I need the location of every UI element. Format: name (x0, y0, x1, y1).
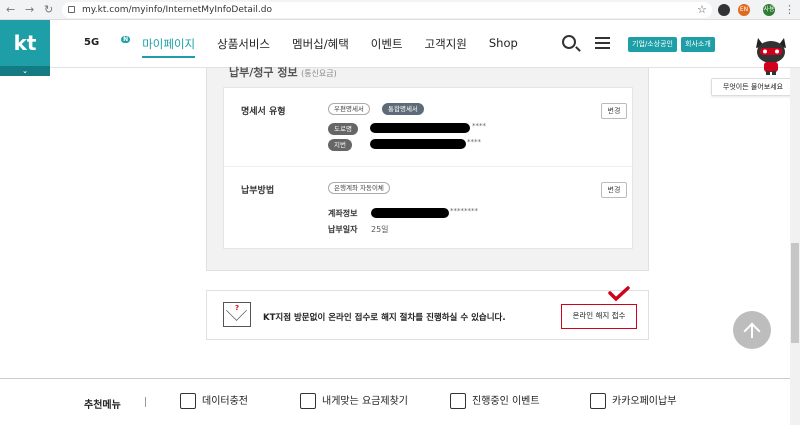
more-icon[interactable]: ⋮ (784, 3, 795, 16)
extension-label-icon[interactable]: EN (738, 4, 750, 16)
chatbot-bubble[interactable]: 무엇이든 물어보세요 (711, 78, 795, 96)
menu-mypage[interactable]: 마이페이지 (142, 36, 196, 58)
recommended-menu: 추천메뉴 데이터충전 내게맞는 요금제찾기 진행중인 이벤트 카카오페이납부 (0, 378, 790, 425)
menu-5g-label: 5G (84, 37, 100, 49)
new-badge: N (121, 36, 131, 43)
menu-membership[interactable]: 멤버십/혜택 (292, 36, 349, 58)
forward-icon[interactable]: → (25, 3, 34, 16)
footer-item-label: 내게맞는 요금제찾기 (322, 396, 408, 407)
address-bar[interactable]: my.kt.com/myinfo/InternetMyInfoDetail.do (62, 2, 712, 18)
scroll-top-button[interactable] (733, 311, 771, 349)
redacted-account (371, 208, 449, 218)
footer-divider (145, 397, 146, 407)
bill-type-label: 명세서 유형 (241, 107, 286, 117)
billing-card: 명세서 유형 우편명세서 통합명세서 도로명 **** 지번 **** 변경 납… (223, 87, 634, 250)
search-icon[interactable] (562, 35, 576, 49)
footer-item-label: 카카오페이납부 (612, 396, 677, 407)
reload-icon[interactable]: ↻ (44, 3, 53, 16)
pay-day-value: 25일 (371, 225, 389, 234)
address-tag-lot: 지번 (328, 139, 352, 151)
online-cancel-button[interactable]: 온라인 해지 접수 (561, 304, 637, 329)
browser-toolbar: ← → ↻ my.kt.com/myinfo/InternetMyInfoDet… (0, 0, 800, 20)
global-nav: kt ⌄ 5G N 마이페이지 상품서비스 멤버십/혜택 이벤트 고객지원 Sho… (0, 20, 800, 76)
pay-method-label: 납부방법 (241, 186, 275, 196)
gift-icon (450, 393, 466, 409)
section-title-text: 납부/청구 정보 (229, 66, 298, 79)
masked-road-suffix: **** (472, 122, 486, 130)
footer-item-events[interactable]: 진행중인 이벤트 (450, 391, 540, 413)
recommended-title: 추천메뉴 (84, 400, 121, 411)
scrollbar[interactable] (790, 68, 800, 425)
pay-method-row: 납부방법 은행계좌 자동이체 계좌정보 ******** 납부일자 25일 변경 (224, 167, 634, 250)
lock-icon (68, 6, 75, 13)
redacted-lot-address (370, 139, 466, 149)
profile-avatar[interactable]: 사용 (763, 4, 775, 16)
menu-products[interactable]: 상품서비스 (217, 36, 270, 58)
chatbot-mascot-icon[interactable] (752, 30, 790, 76)
menu-event[interactable]: 이벤트 (371, 36, 403, 58)
chip-bank-autopay[interactable]: 은행계좌 자동이체 (328, 182, 390, 194)
menu-support[interactable]: 고객지원 (425, 36, 467, 58)
address-text: my.kt.com/myinfo/InternetMyInfoDetail.do (82, 5, 272, 15)
section-title-suffix: (통신요금) (301, 69, 337, 78)
menu-5g[interactable]: 5G N (84, 36, 131, 58)
star-icon[interactable]: ☆ (697, 3, 707, 16)
data-charge-icon (180, 393, 196, 409)
billing-section: 납부/청구 정보 (통신요금) 명세서 유형 우편명세서 통합명세서 도로명 *… (206, 66, 649, 271)
footer-item-label: 데이터충전 (202, 396, 248, 407)
main-menu: 5G N 마이페이지 상품서비스 멤버십/혜택 이벤트 고객지원 Shop (84, 36, 540, 58)
footer-item-kakaopay[interactable]: 카카오페이납부 (590, 391, 676, 413)
chip-integrated-bill[interactable]: 통합명세서 (382, 103, 424, 115)
chevron-down-icon[interactable]: ⌄ (0, 66, 50, 76)
redacted-road-address (370, 123, 470, 133)
about-button[interactable]: 회사소개 (681, 37, 715, 52)
edit-bill-type-button[interactable]: 변경 (601, 103, 627, 119)
menu-shop[interactable]: Shop (489, 36, 518, 58)
scrollbar-thumb[interactable] (791, 243, 799, 343)
footer-item-label: 진행중인 이벤트 (472, 396, 540, 407)
section-title: 납부/청구 정보 (통신요금) (229, 64, 337, 80)
edit-pay-method-button[interactable]: 변경 (601, 182, 627, 198)
masked-lot-suffix: **** (467, 138, 481, 146)
account-label: 계좌정보 (328, 209, 358, 218)
checkmark-annotation-icon (608, 286, 630, 302)
back-icon[interactable]: ← (6, 3, 15, 16)
plan-finder-icon (300, 393, 316, 409)
footer-item-plan-finder[interactable]: 내게맞는 요금제찾기 (300, 391, 408, 413)
chip-postal-bill[interactable]: 우편명세서 (328, 103, 370, 115)
kakaopay-icon (590, 393, 606, 409)
cancel-notice: ? KT지점 방문없이 온라인 접수로 해지 절차를 진행하실 수 있습니다. … (206, 290, 649, 340)
extension-icon[interactable] (718, 4, 730, 16)
account-mask: ******** (450, 207, 478, 215)
address-tag-road: 도로명 (328, 123, 358, 135)
notice-text: KT지점 방문없이 온라인 접수로 해지 절차를 진행하실 수 있습니다. (263, 313, 506, 323)
logo-text: kt (13, 31, 37, 55)
pay-day-label: 납부일자 (328, 225, 358, 234)
envelope-icon: ? (223, 302, 251, 327)
footer-item-data-charge[interactable]: 데이터충전 (180, 391, 248, 413)
hamburger-menu-icon[interactable] (595, 37, 610, 49)
biz-button[interactable]: 기업/소상공인 (628, 37, 677, 52)
bill-type-row: 명세서 유형 우편명세서 통합명세서 도로명 **** 지번 **** 변경 (224, 88, 634, 167)
kt-logo[interactable]: kt ⌄ (0, 20, 50, 76)
